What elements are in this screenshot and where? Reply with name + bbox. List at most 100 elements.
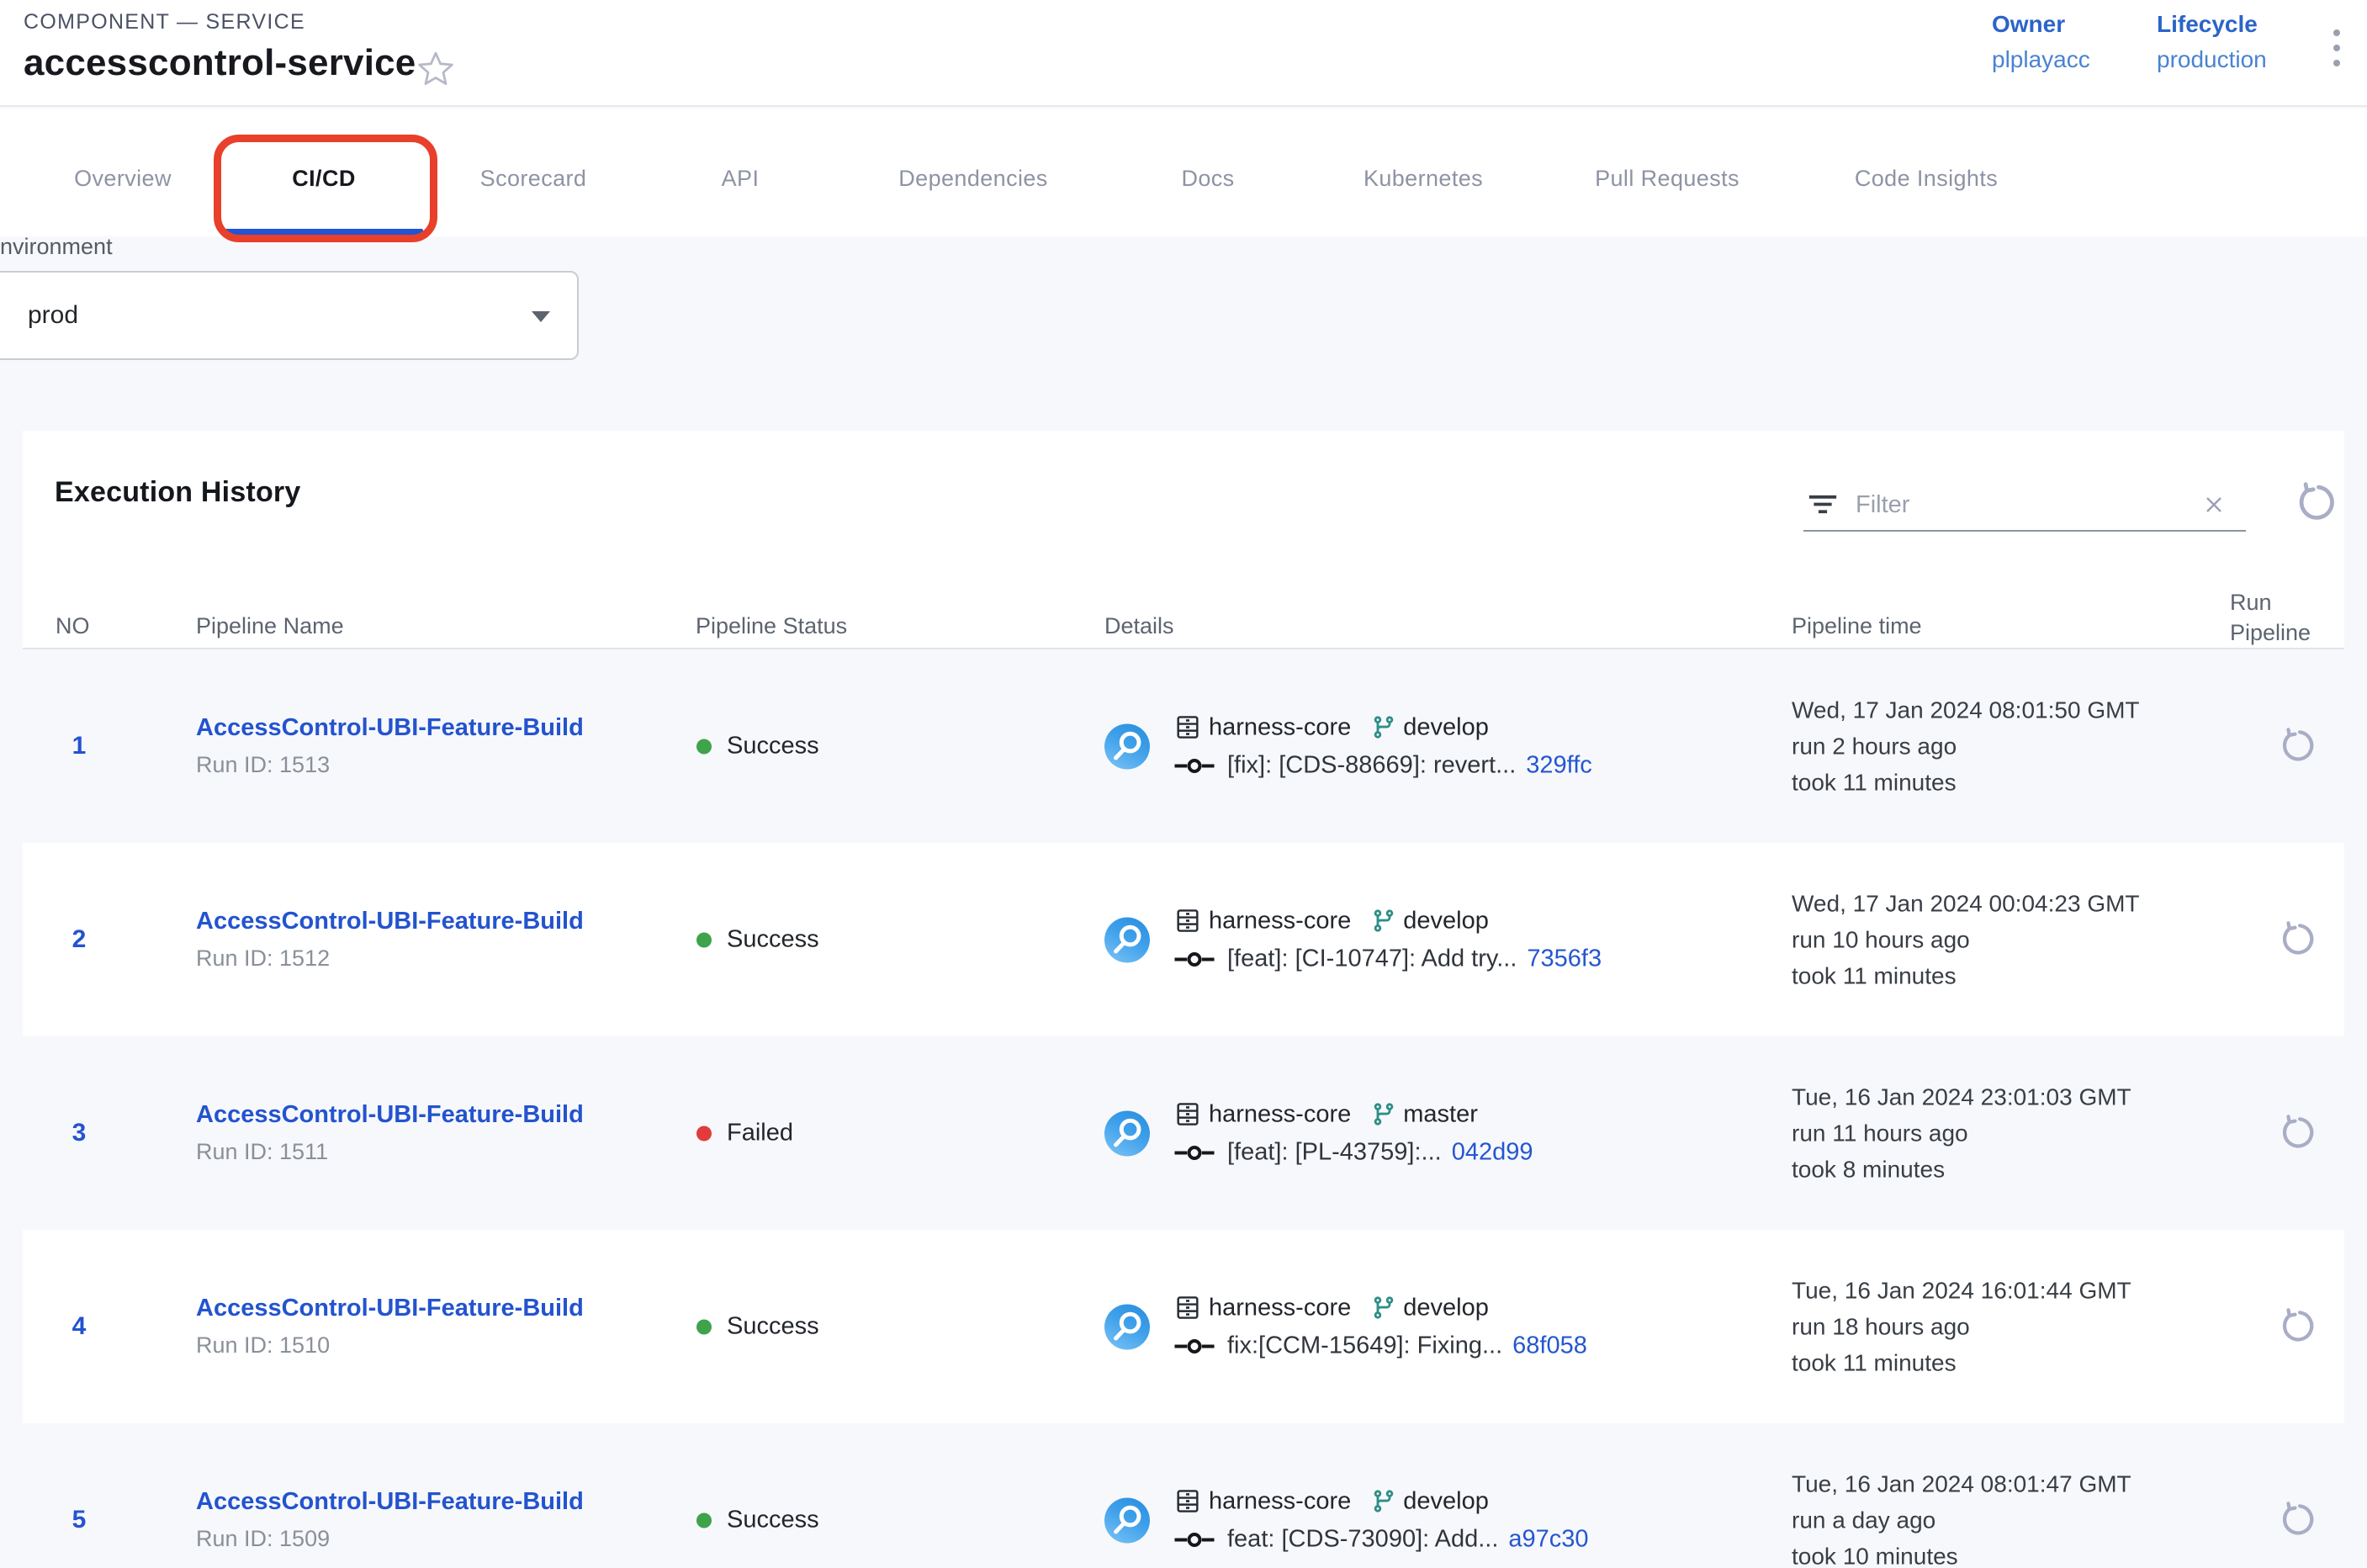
pipeline-name-link[interactable]: AccessControl-UBI-Feature-Build [196, 1101, 667, 1129]
filter-field [1803, 479, 2246, 532]
repository-icon [1173, 907, 1202, 935]
filter-input[interactable] [1856, 491, 2175, 519]
pipeline-time-cell: Tue, 16 Jan 2024 08:01:47 GMT run a day … [1792, 1466, 2313, 1568]
pipeline-name-link[interactable]: AccessControl-UBI-Feature-Build [196, 1488, 667, 1516]
tab-cicd[interactable]: CI/CD [292, 164, 356, 193]
commit-message: feat: [CDS-73090]: Add... [1227, 1526, 1498, 1554]
tab-dependencies[interactable]: Dependencies [898, 164, 1047, 193]
details-lines: harness-core develop fix:[CCM-15649]: Fi… [1173, 1294, 1587, 1360]
run-pipeline-button[interactable] [2257, 1307, 2338, 1346]
repo-branch-line: harness-core develop [1173, 713, 1592, 742]
git-branch-icon [1371, 1489, 1396, 1514]
run-pipeline-button[interactable] [2257, 920, 2338, 959]
commit-line: fix:[CCM-15649]: Fixing... 68f058 [1173, 1332, 1587, 1360]
pipeline-time-cell: Tue, 16 Jan 2024 23:01:03 GMT run 11 hou… [1792, 1079, 2313, 1188]
branch-name: develop [1403, 1487, 1489, 1515]
pipeline-name-link[interactable]: AccessControl-UBI-Feature-Build [196, 714, 667, 742]
tab-code-insights[interactable]: Code Insights [1855, 164, 1998, 193]
time-duration: took 11 minutes [1792, 765, 2313, 801]
time-relative: run 18 hours ago [1792, 1309, 2313, 1345]
component-service-page: COMPONENT — SERVICE accesscontrol-servic… [0, 0, 2367, 1568]
commit-icon [1173, 1530, 1215, 1549]
time-relative: run 2 hours ago [1792, 728, 2313, 765]
favorite-star-icon[interactable] [416, 49, 456, 89]
pipeline-status-cell: Success [696, 926, 819, 954]
time-relative: run 11 hours ago [1792, 1115, 2313, 1152]
clear-filter-icon[interactable] [2200, 491, 2227, 518]
repo-branch-line: harness-core develop [1173, 1294, 1587, 1322]
pipeline-time-cell: Tue, 16 Jan 2024 16:01:44 GMT run 18 hou… [1792, 1273, 2313, 1381]
status-dot [696, 739, 712, 754]
time-relative: run 10 hours ago [1792, 922, 2313, 958]
commit-sha-link[interactable]: 042d99 [1452, 1139, 1533, 1167]
repo-branch-line: harness-core develop [1173, 907, 1602, 935]
kebab-menu-icon[interactable] [2322, 24, 2352, 74]
run-id: Run ID: 1511 [196, 1139, 667, 1165]
pipeline-name-link[interactable]: AccessControl-UBI-Feature-Build [196, 1295, 667, 1322]
col-header-run: Run Pipeline [2230, 587, 2339, 648]
git-branch-icon [1371, 908, 1396, 934]
pipeline-name-cell: AccessControl-UBI-Feature-Build Run ID: … [196, 908, 667, 972]
pipeline-status-cell: Failed [696, 1120, 793, 1147]
owner-meta: Owner plplayacc [1992, 7, 2090, 77]
pipeline-status-cell: Success [696, 1313, 819, 1341]
col-header-details: Details [1104, 611, 1174, 641]
pipeline-name-cell: AccessControl-UBI-Feature-Build Run ID: … [196, 1488, 667, 1552]
commit-message: fix:[CCM-15649]: Fixing... [1227, 1332, 1502, 1360]
environment-dropdown[interactable]: prod [0, 271, 579, 360]
tab-kubernetes[interactable]: Kubernetes [1364, 164, 1483, 193]
time-gmt: Wed, 17 Jan 2024 00:04:23 GMT [1792, 886, 2313, 922]
commit-icon [1173, 756, 1215, 775]
time-gmt: Tue, 16 Jan 2024 16:01:44 GMT [1792, 1273, 2313, 1309]
row-number: 4 [56, 1312, 103, 1341]
tab-overview[interactable]: Overview [74, 164, 172, 193]
lifecycle-meta: Lifecycle production [2157, 7, 2267, 77]
tab-scorecard[interactable]: Scorecard [480, 164, 587, 193]
time-duration: took 11 minutes [1792, 1345, 2313, 1381]
time-relative: run a day ago [1792, 1502, 2313, 1539]
tab-docs[interactable]: Docs [1181, 164, 1234, 193]
details-cell: harness-core develop fix:[CCM-15649]: Fi… [1104, 1294, 1587, 1360]
pipeline-name-cell: AccessControl-UBI-Feature-Build Run ID: … [196, 1101, 667, 1165]
commit-message: [feat]: [CI-10747]: Add try... [1227, 946, 1517, 973]
details-cell: harness-core master [feat]: [PL-43759]:.… [1104, 1100, 1533, 1167]
rerun-icon [2278, 1307, 2317, 1346]
run-pipeline-button[interactable] [2257, 1501, 2338, 1539]
time-duration: took 11 minutes [1792, 958, 2313, 994]
branch-name: develop [1403, 1294, 1489, 1322]
time-duration: took 10 minutes [1792, 1539, 2313, 1568]
tab-pull-requests[interactable]: Pull Requests [1595, 164, 1740, 193]
owner-label: Owner [1992, 7, 2090, 42]
rerun-icon [2278, 1114, 2317, 1152]
status-text: Success [727, 1313, 819, 1341]
branch-name: develop [1403, 907, 1489, 935]
commit-sha-link[interactable]: a97c30 [1508, 1526, 1588, 1554]
tab-api[interactable]: API [722, 164, 760, 193]
repo-branch-line: harness-core develop [1173, 1487, 1589, 1516]
entity-header: COMPONENT — SERVICE accesscontrol-servic… [0, 0, 2367, 107]
run-pipeline-button[interactable] [2257, 1114, 2338, 1152]
pipeline-time-cell: Wed, 17 Jan 2024 08:01:50 GMT run 2 hour… [1792, 692, 2313, 801]
time-gmt: Tue, 16 Jan 2024 23:01:03 GMT [1792, 1079, 2313, 1115]
commit-message: [feat]: [PL-43759]:... [1227, 1139, 1442, 1167]
owner-link[interactable]: plplayacc [1992, 42, 2090, 77]
table-row: 2 AccessControl-UBI-Feature-Build Run ID… [23, 843, 2344, 1036]
status-dot [696, 932, 712, 947]
commit-line: [feat]: [CI-10747]: Add try... 7356f3 [1173, 946, 1602, 973]
row-number: 2 [56, 925, 103, 954]
commit-sha-link[interactable]: 329ffc [1526, 752, 1591, 780]
active-tab-underline [221, 229, 423, 235]
status-text: Success [727, 1507, 819, 1534]
repo-name: harness-core [1209, 713, 1351, 741]
environment-label: Environment [0, 234, 113, 260]
run-pipeline-button[interactable] [2257, 727, 2338, 765]
repository-icon [1173, 1294, 1202, 1322]
git-branch-icon [1371, 1102, 1396, 1127]
commit-sha-link[interactable]: 68f058 [1512, 1332, 1587, 1360]
repository-icon [1173, 713, 1202, 742]
status-dot [696, 1512, 712, 1528]
pipeline-name-link[interactable]: AccessControl-UBI-Feature-Build [196, 908, 667, 935]
rerun-icon [2278, 727, 2317, 765]
refresh-icon[interactable] [2294, 481, 2338, 525]
commit-sha-link[interactable]: 7356f3 [1527, 946, 1602, 973]
